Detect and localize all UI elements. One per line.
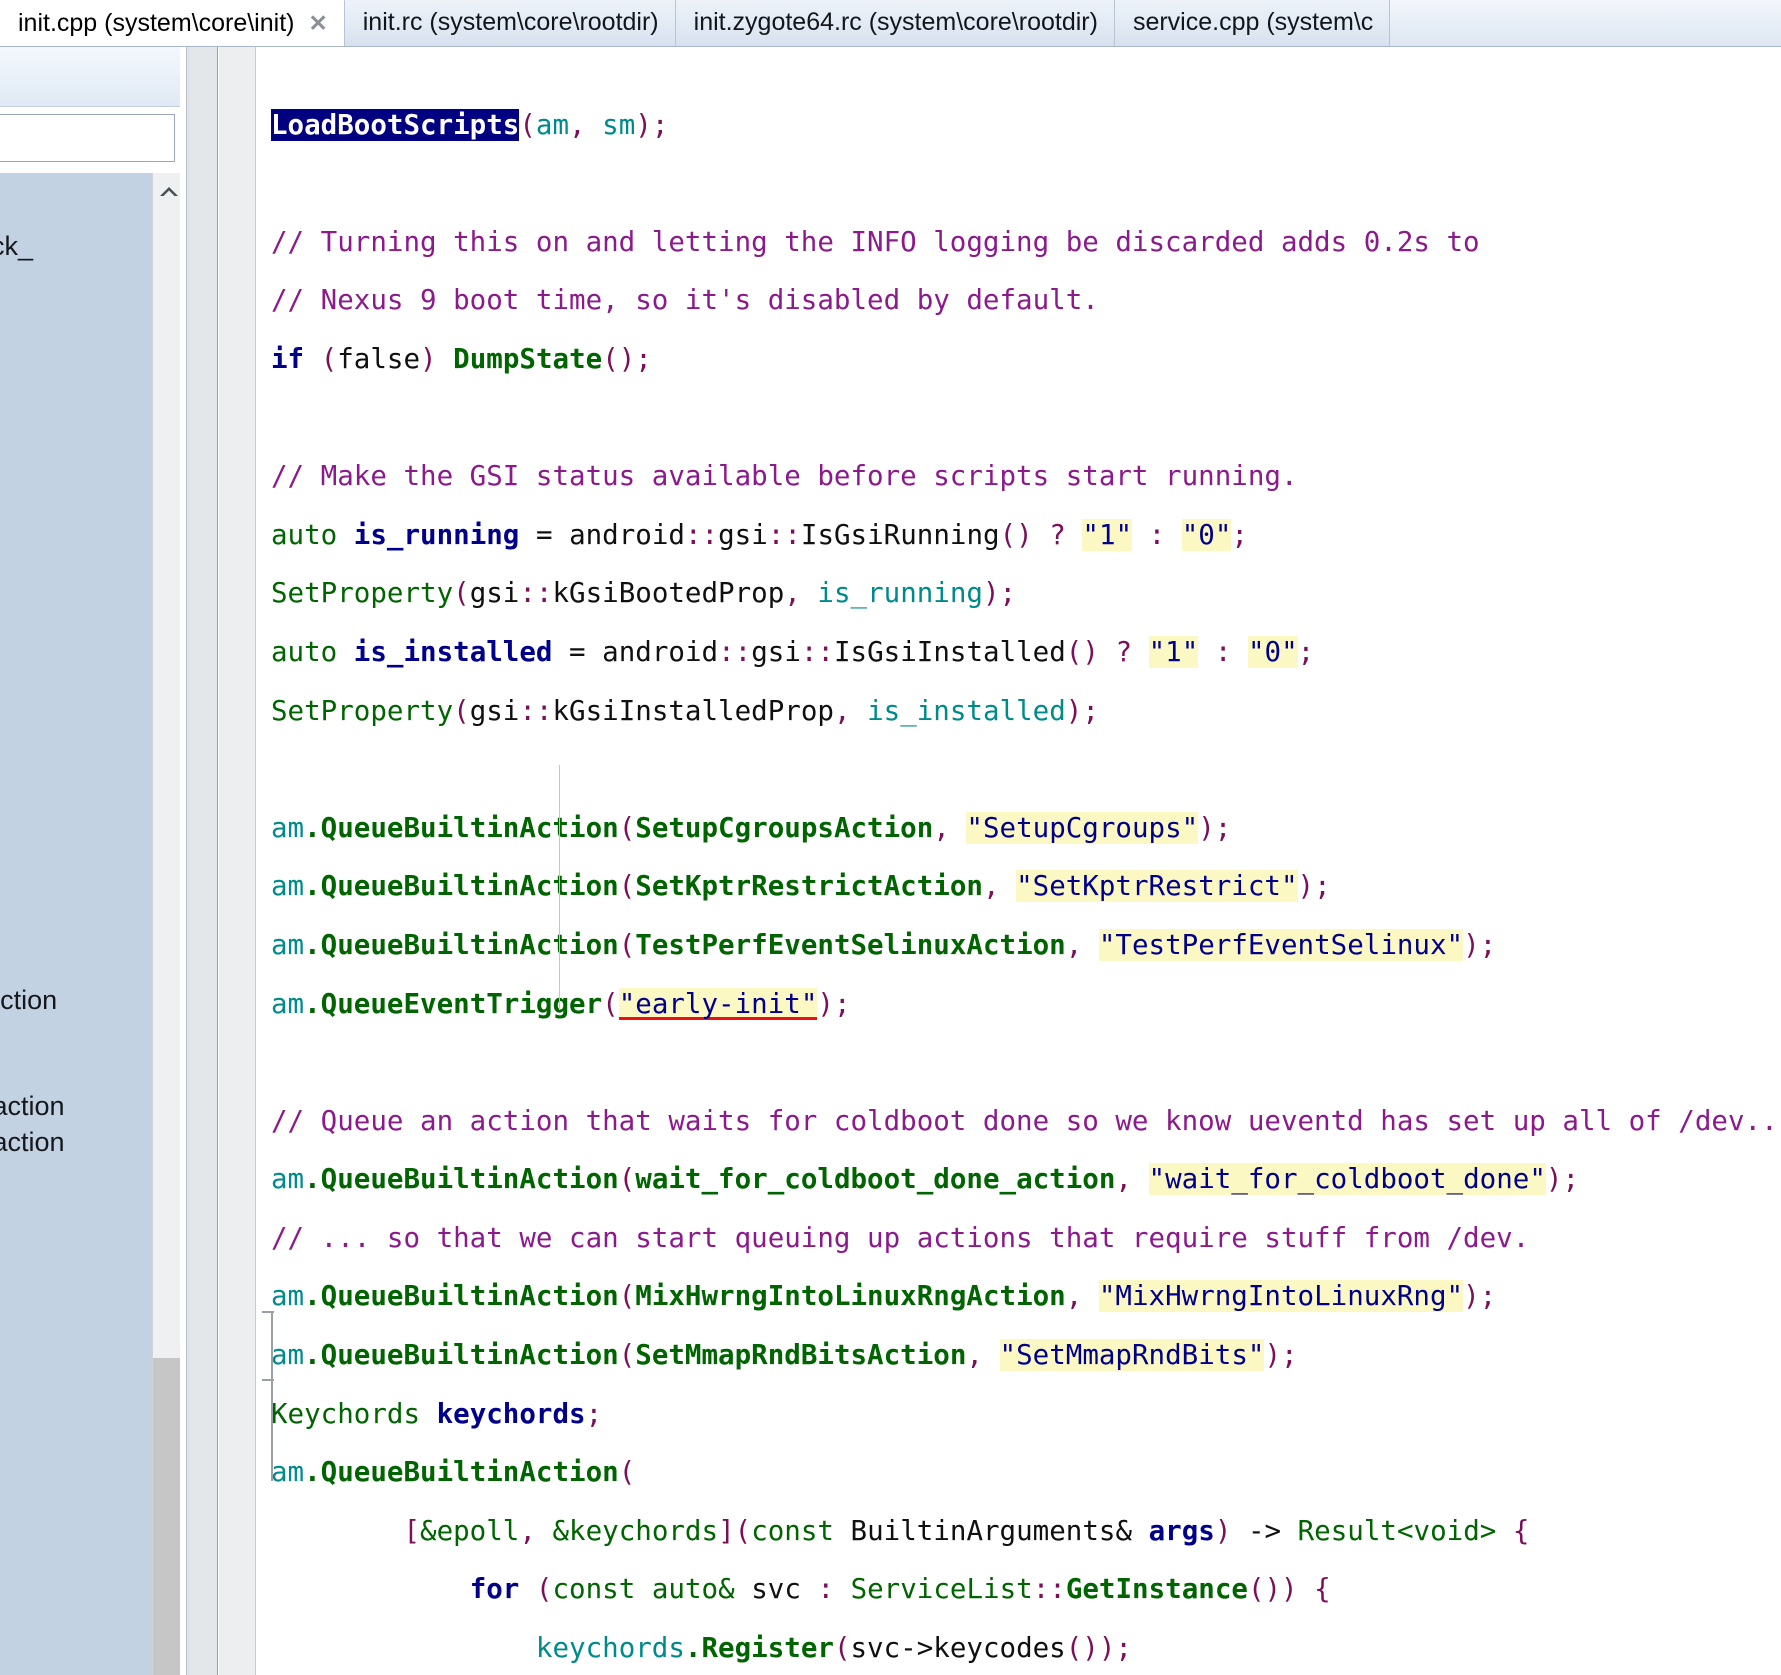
list-item[interactable]: ers_action bbox=[0, 1129, 65, 1156]
code-line: if (false) DumpState(); bbox=[271, 342, 652, 375]
tab-init-rc[interactable]: init.rc (system\core\rootdir) bbox=[344, 0, 676, 46]
bracket-guide-else bbox=[271, 1379, 273, 1451]
code-line: am.QueueBuiltinAction(SetKptrRestrictAct… bbox=[271, 870, 1331, 903]
bracket-tick-if bbox=[262, 1311, 274, 1313]
code-line: // Queue an action that waits for coldbo… bbox=[271, 1104, 1781, 1137]
chevron-up-icon[interactable] bbox=[156, 179, 180, 205]
code-line: [&epoll, &keychords](const BuiltinArgume… bbox=[403, 1514, 1530, 1547]
tab-label: service.cpp (system\c bbox=[1132, 8, 1374, 36]
selected-token: LoadBootScripts bbox=[271, 108, 520, 141]
code-line: LoadBootScripts(am, sm); bbox=[271, 108, 669, 141]
code-line: am.QueueBuiltinAction( bbox=[271, 1456, 636, 1489]
underlined-string: "early-init" bbox=[618, 987, 818, 1020]
code-line: auto is_installed = android::gsi::IsGsiI… bbox=[271, 635, 1315, 668]
code-line: SetProperty(gsi::kGsiInstalledProp, is_i… bbox=[271, 694, 1099, 727]
editor-window: init.cpp (system\core\init) ✕ init.rc (s… bbox=[0, 0, 1781, 1675]
panel-header bbox=[0, 47, 180, 107]
editor-fold-gutter[interactable] bbox=[219, 47, 256, 1675]
symbol-list[interactable]: d_lock_ d_ ser tion ap ge e es ne_action… bbox=[0, 173, 152, 1675]
tab-label: init.zygote64.rc (system\core\rootdir) bbox=[693, 8, 1098, 36]
code-line: Keychords keychords; bbox=[271, 1397, 603, 1430]
code-line: for (const auto& svc : ServiceList::GetI… bbox=[469, 1573, 1331, 1606]
code-line: keychords.Register(svc->keycodes()); bbox=[535, 1632, 1132, 1665]
code-line: am.QueueBuiltinAction(TestPerfEventSelin… bbox=[271, 928, 1497, 961]
bracket-guide-close bbox=[271, 1451, 273, 1481]
code-line: am.QueueBuiltinAction(SetupCgroupsAction… bbox=[271, 811, 1232, 844]
left-side-panel: d_lock_ d_ ser tion ap ge e es ne_action… bbox=[0, 47, 180, 1675]
code-line: // Nexus 9 boot time, so it's disabled b… bbox=[271, 284, 1099, 317]
code-line: // Make the GSI status available before … bbox=[271, 460, 1298, 493]
editor-breakpoint-gutter[interactable] bbox=[190, 47, 218, 1675]
tab-label: init.cpp (system\core\init) bbox=[18, 9, 295, 37]
bracket-tick-else bbox=[262, 1379, 274, 1381]
close-icon[interactable]: ✕ bbox=[308, 10, 327, 37]
tab-service-cpp[interactable]: service.cpp (system\c bbox=[1114, 0, 1391, 46]
code-line: auto is_running = android::gsi::IsGsiRun… bbox=[271, 518, 1248, 551]
list-item[interactable]: ers_action bbox=[0, 1093, 65, 1120]
list-item[interactable]: d_lock_ bbox=[0, 233, 33, 260]
list-item[interactable]: ne_action bbox=[0, 987, 57, 1014]
code-line: am.QueueEventTrigger("early-init"); bbox=[271, 987, 851, 1020]
search-input[interactable] bbox=[0, 114, 175, 162]
tab-label: init.rc (system\core\rootdir) bbox=[362, 8, 659, 36]
code-line: am.QueueBuiltinAction(wait_for_coldboot_… bbox=[271, 1163, 1580, 1196]
tab-bar: init.cpp (system\core\init) ✕ init.rc (s… bbox=[0, 0, 1781, 47]
code-line: am.QueueBuiltinAction(MixHwrngIntoLinuxR… bbox=[271, 1280, 1497, 1313]
tab-init-zygote64-rc[interactable]: init.zygote64.rc (system\core\rootdir) bbox=[675, 0, 1115, 46]
bracket-guide-if bbox=[271, 1311, 273, 1379]
indent-guide bbox=[559, 765, 560, 1010]
tab-init-cpp[interactable]: init.cpp (system\core\init) ✕ bbox=[0, 0, 345, 46]
code-line: SetProperty(gsi::kGsiBootedProp, is_runn… bbox=[271, 577, 1017, 610]
code-line: // Turning this on and letting the INFO … bbox=[271, 225, 1480, 258]
code-line: am.QueueBuiltinAction(SetMmapRndBitsActi… bbox=[271, 1339, 1298, 1372]
panel-scrollbar-thumb[interactable] bbox=[153, 1358, 180, 1675]
code-editor-surface[interactable]: LoadBootScripts(am, sm); // Turning this… bbox=[257, 47, 1781, 1675]
code-line: // ... so that we can start queuing up a… bbox=[271, 1221, 1530, 1254]
